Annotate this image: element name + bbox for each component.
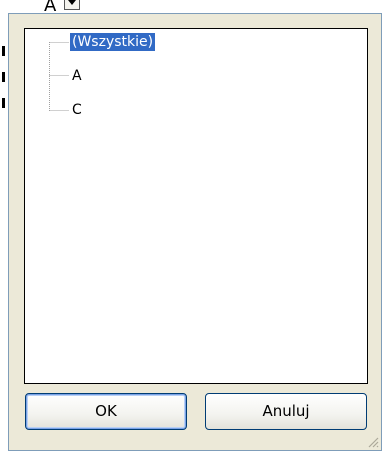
tree-item-all[interactable]: (Wszystkie)	[70, 33, 156, 51]
screen: A (Wszystkie) A C OK Anuluj	[0, 0, 384, 453]
cancel-button[interactable]: Anuluj	[205, 393, 367, 430]
autofilter-popup: (Wszystkie) A C OK Anuluj	[8, 13, 382, 451]
ok-button[interactable]: OK	[25, 393, 187, 430]
tree-item-c[interactable]: C	[70, 101, 84, 119]
filter-values-tree[interactable]: (Wszystkie) A C	[24, 28, 368, 384]
sheet-cell-marker	[2, 46, 5, 56]
autofilter-dropdown-icon[interactable]	[64, 0, 80, 10]
sheet-edge	[0, 0, 8, 453]
column-header: A	[0, 0, 120, 16]
tree-item-a[interactable]: A	[70, 67, 84, 85]
sheet-cell-marker	[2, 72, 5, 82]
sheet-cell-marker	[2, 98, 5, 108]
resize-grip-icon[interactable]	[367, 436, 379, 448]
